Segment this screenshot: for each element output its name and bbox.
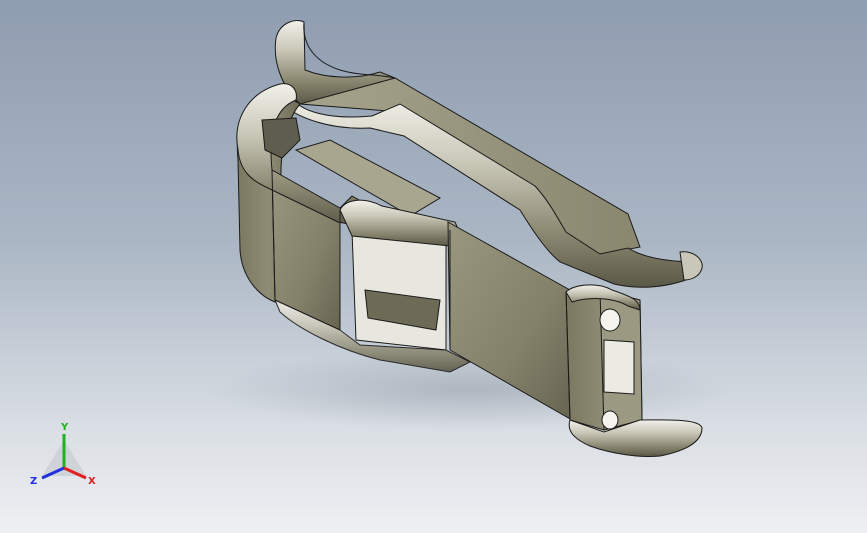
right-end-slot[interactable]	[603, 339, 635, 395]
right-upper-cap[interactable]	[679, 251, 703, 281]
rear-saddle-arc	[303, 21, 396, 79]
view-orientation-triad[interactable]: Y X Z	[24, 418, 104, 498]
lower-pin-hole[interactable]	[601, 410, 619, 430]
triad-x-label: X	[88, 476, 96, 487]
3d-part-model[interactable]	[0, 0, 867, 533]
graphics-viewport[interactable]: Y X Z	[0, 0, 867, 533]
triad-y-label: Y	[60, 422, 69, 433]
triad-z-label: Z	[30, 476, 37, 487]
upper-pin-hole[interactable]	[599, 308, 621, 332]
